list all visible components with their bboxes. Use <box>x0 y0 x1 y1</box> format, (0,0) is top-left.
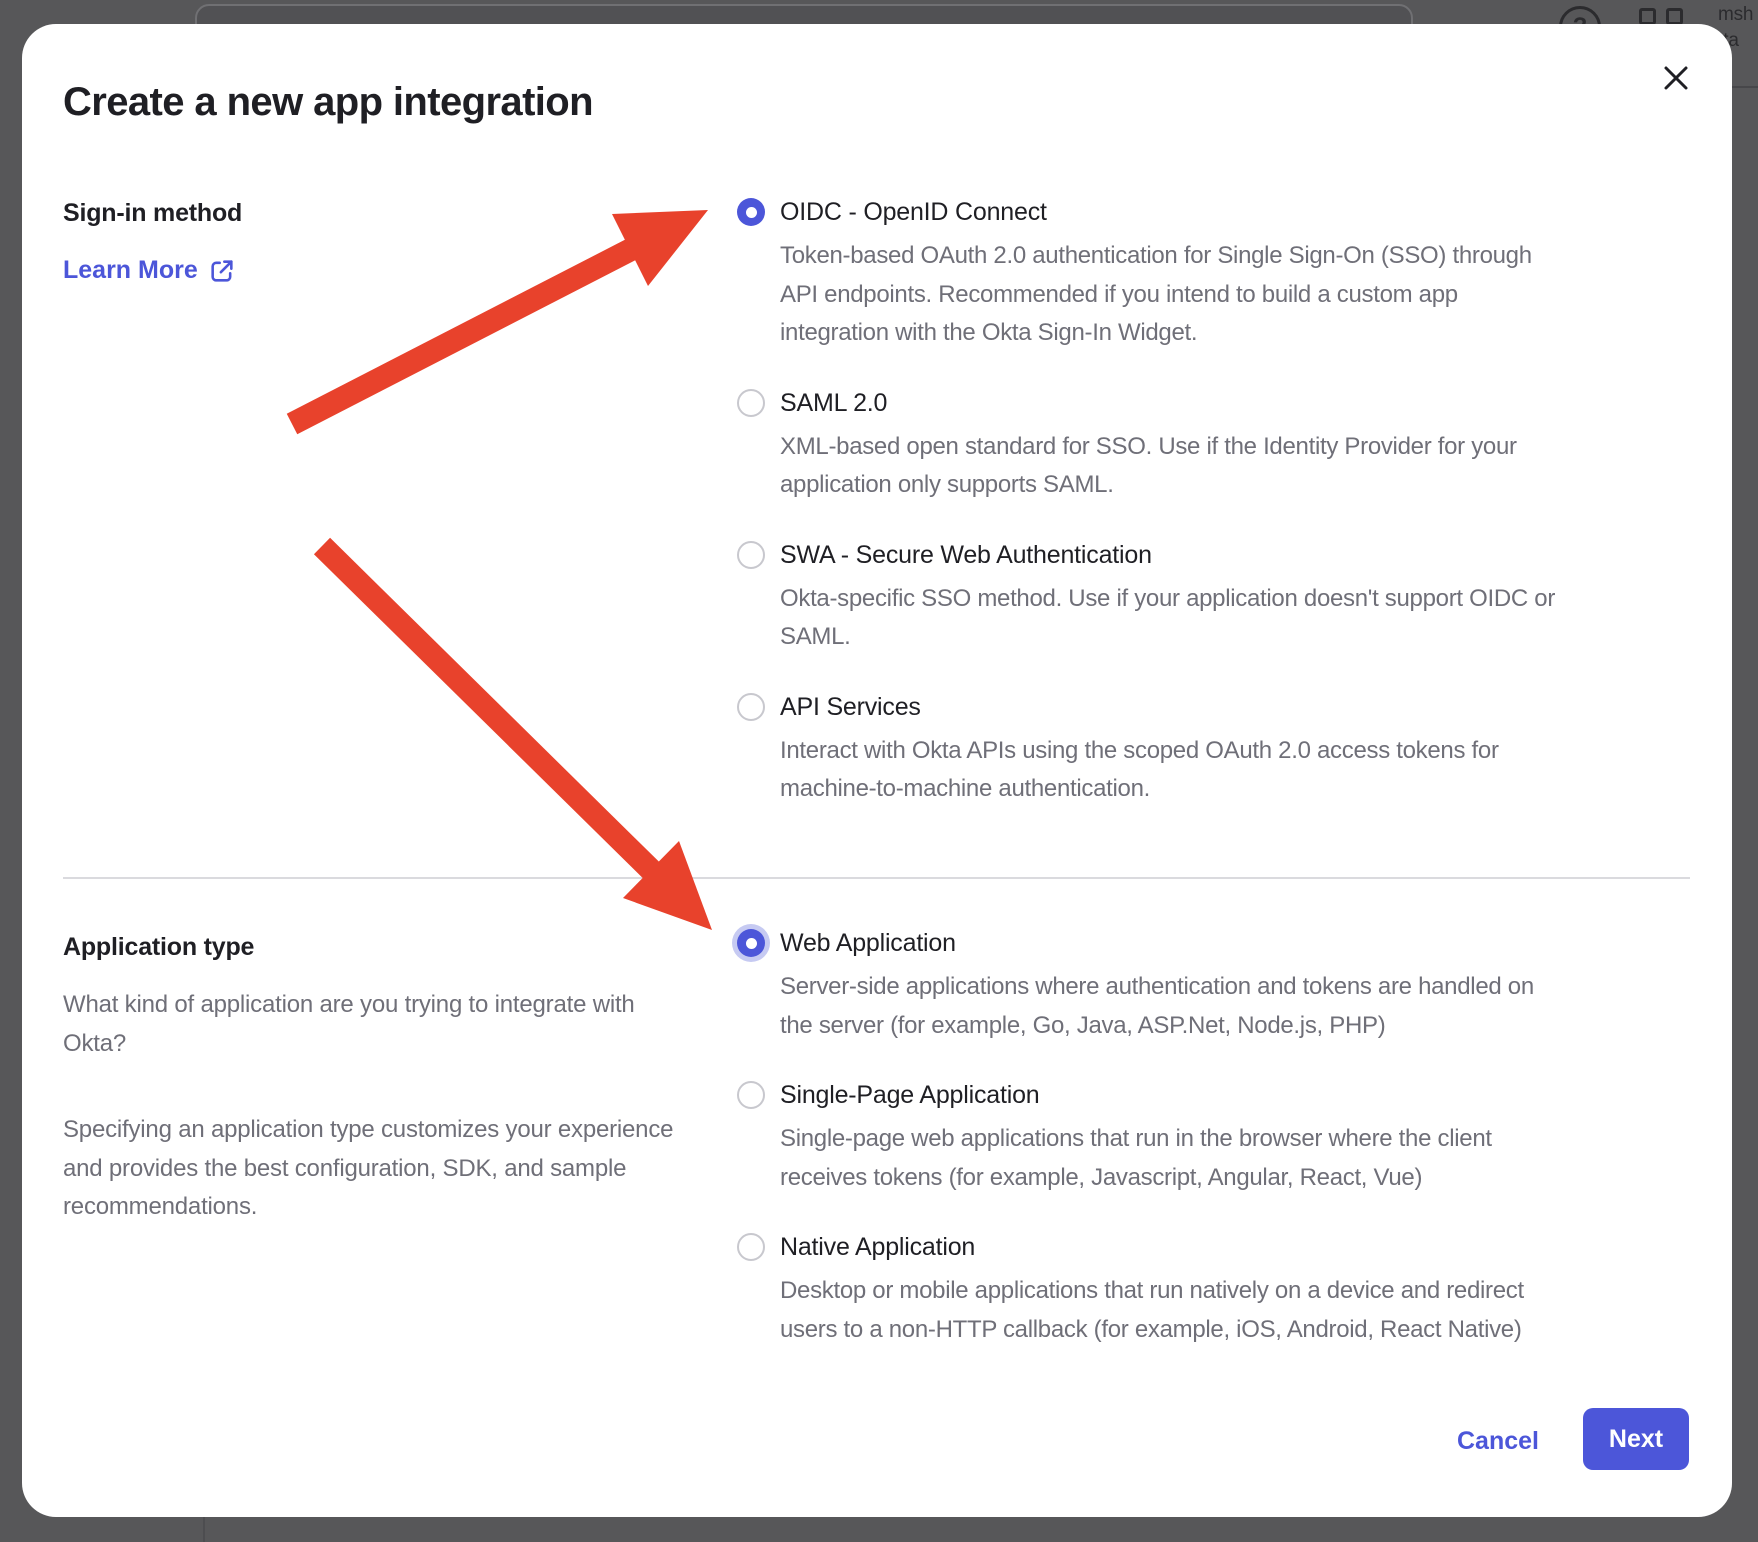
radio-option-oidc[interactable]: OIDC - OpenID Connect Token-based OAuth … <box>737 195 1567 353</box>
radio-option-single-page-application[interactable]: Single-Page Application Single-page web … <box>737 1078 1567 1197</box>
radio-option-label: SAML 2.0 <box>780 386 1567 420</box>
radio-option-label: Native Application <box>780 1230 1567 1264</box>
radio-unselected-icon[interactable] <box>737 693 765 721</box>
radio-option-description: Token-based OAuth 2.0 authentication for… <box>780 237 1567 353</box>
learn-more-link[interactable]: Learn More <box>63 256 236 285</box>
radio-option-description: XML-based open standard for SSO. Use if … <box>780 428 1567 505</box>
radio-option-label: Single-Page Application <box>780 1078 1567 1112</box>
close-icon <box>1658 60 1694 96</box>
radio-option-label: API Services <box>780 690 1567 724</box>
radio-option-api-services[interactable]: API Services Interact with Okta APIs usi… <box>737 690 1567 809</box>
signin-method-label: Sign-in method <box>63 196 242 230</box>
radio-unselected-icon[interactable] <box>737 389 765 417</box>
radio-option-description: Interact with Okta APIs using the scoped… <box>780 732 1567 809</box>
radio-option-label: SWA - Secure Web Authentication <box>780 538 1567 572</box>
signin-method-radio-group: OIDC - OpenID Connect Token-based OAuth … <box>737 195 1567 842</box>
radio-option-description: Single-page web applications that run in… <box>780 1120 1567 1197</box>
application-type-description-2: Specifying an application type customize… <box>63 1111 678 1227</box>
background-sidebar-divider <box>203 1517 205 1542</box>
close-button[interactable] <box>1658 60 1694 96</box>
radio-option-swa[interactable]: SWA - Secure Web Authentication Okta-spe… <box>737 538 1567 657</box>
create-app-integration-modal: Create a new app integration Sign-in met… <box>22 24 1732 1517</box>
external-link-icon <box>208 257 236 285</box>
section-divider <box>63 877 1690 879</box>
cancel-button[interactable]: Cancel <box>1457 1424 1539 1458</box>
radio-unselected-icon[interactable] <box>737 1233 765 1261</box>
next-button[interactable]: Next <box>1583 1408 1689 1470</box>
radio-option-description: Server-side applications where authentic… <box>780 968 1567 1045</box>
learn-more-label: Learn More <box>63 256 198 285</box>
application-type-label: Application type <box>63 930 254 964</box>
radio-option-web-application[interactable]: Web Application Server-side applications… <box>737 926 1567 1045</box>
modal-title: Create a new app integration <box>63 80 593 125</box>
radio-option-label: OIDC - OpenID Connect <box>780 195 1567 229</box>
radio-option-saml[interactable]: SAML 2.0 XML-based open standard for SSO… <box>737 386 1567 505</box>
account-text-line1: msh <box>1718 4 1753 26</box>
radio-selected-icon[interactable] <box>737 929 765 957</box>
radio-selected-icon[interactable] <box>737 198 765 226</box>
radio-option-label: Web Application <box>780 926 1567 960</box>
screen: ? msh kta Create a new app integration S… <box>0 0 1758 1542</box>
radio-option-description: Desktop or mobile applications that run … <box>780 1272 1567 1349</box>
radio-unselected-icon[interactable] <box>737 541 765 569</box>
application-type-radio-group: Web Application Server-side applications… <box>737 926 1567 1382</box>
application-type-description-1: What kind of application are you trying … <box>63 986 678 1063</box>
radio-option-description: Okta-specific SSO method. Use if your ap… <box>780 580 1567 657</box>
radio-unselected-icon[interactable] <box>737 1081 765 1109</box>
radio-option-native-application[interactable]: Native Application Desktop or mobile app… <box>737 1230 1567 1349</box>
